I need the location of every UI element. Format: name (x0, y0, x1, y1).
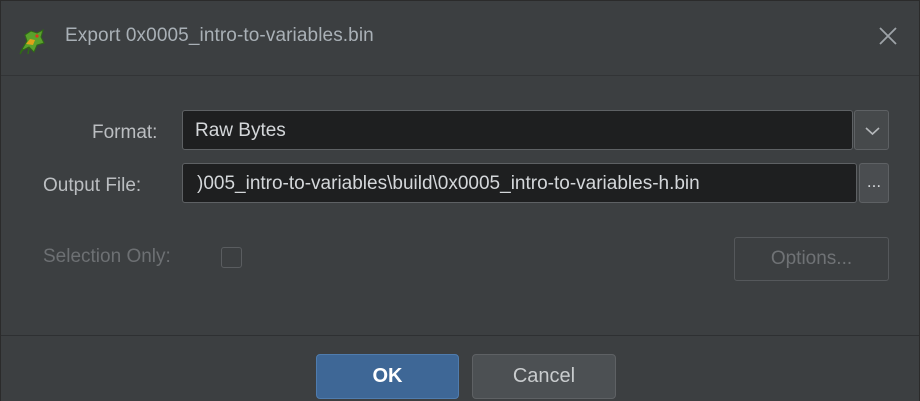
format-select[interactable]: Raw Bytes (182, 110, 853, 150)
title-bar: Export 0x0005_intro-to-variables.bin (1, 1, 919, 76)
output-file-input[interactable]: )005_intro-to-variables\build\0x0005_int… (182, 163, 857, 203)
chevron-down-icon (865, 127, 880, 136)
ghidra-dragon-icon (19, 29, 45, 55)
dialog-title: Export 0x0005_intro-to-variables.bin (65, 25, 374, 46)
output-file-label: Output File: (43, 175, 142, 196)
selection-only-checkbox[interactable] (221, 247, 242, 268)
close-icon[interactable] (875, 23, 901, 49)
options-button[interactable]: Options... (734, 237, 889, 281)
format-dropdown-button[interactable] (854, 110, 889, 150)
cancel-button[interactable]: Cancel (472, 354, 616, 399)
browse-button[interactable]: ... (859, 163, 889, 203)
ok-button[interactable]: OK (316, 354, 459, 399)
export-dialog: Export 0x0005_intro-to-variables.bin For… (0, 0, 920, 401)
form-area: Format: Raw Bytes Output File: )005_intr… (1, 76, 919, 336)
output-file-value: )005_intro-to-variables\build\0x0005_int… (197, 173, 700, 194)
format-value: Raw Bytes (195, 120, 286, 141)
dialog-footer: OK Cancel (1, 335, 919, 401)
selection-only-label: Selection Only: (43, 246, 171, 267)
format-label: Format: (92, 122, 158, 143)
